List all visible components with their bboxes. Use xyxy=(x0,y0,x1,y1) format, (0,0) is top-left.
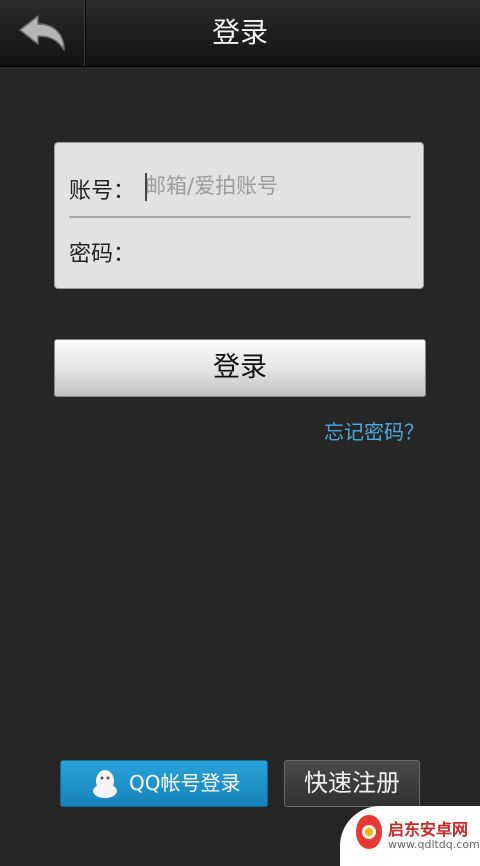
account-label: 账号： xyxy=(69,179,136,204)
watermark-name: 启东安卓网 xyxy=(388,820,469,839)
watermark-logo-icon xyxy=(356,815,382,849)
back-button[interactable] xyxy=(0,0,85,66)
qq-login-button[interactable]: QQ帐号登录 xyxy=(60,760,268,807)
login-button[interactable]: 登录 xyxy=(54,339,426,397)
forgot-password-link[interactable]: 忘记密码？ xyxy=(324,416,424,445)
form-divider xyxy=(69,216,411,218)
qq-penguin-icon xyxy=(93,770,117,798)
qq-login-label: QQ帐号登录 xyxy=(129,771,241,795)
password-label: 密码： xyxy=(69,242,136,267)
header-bar: 登录 xyxy=(0,0,480,67)
watermark-url: www.qdltdq.com xyxy=(388,838,480,851)
password-input[interactable] xyxy=(145,227,405,269)
account-input[interactable] xyxy=(145,165,405,207)
back-arrow-icon xyxy=(19,15,65,51)
login-form: 账号： 密码： xyxy=(54,142,424,289)
quick-register-button[interactable]: 快速注册 xyxy=(284,760,420,807)
text-cursor xyxy=(145,173,147,201)
watermark-badge: 启东安卓网 www.qdltdq.com xyxy=(340,806,480,866)
